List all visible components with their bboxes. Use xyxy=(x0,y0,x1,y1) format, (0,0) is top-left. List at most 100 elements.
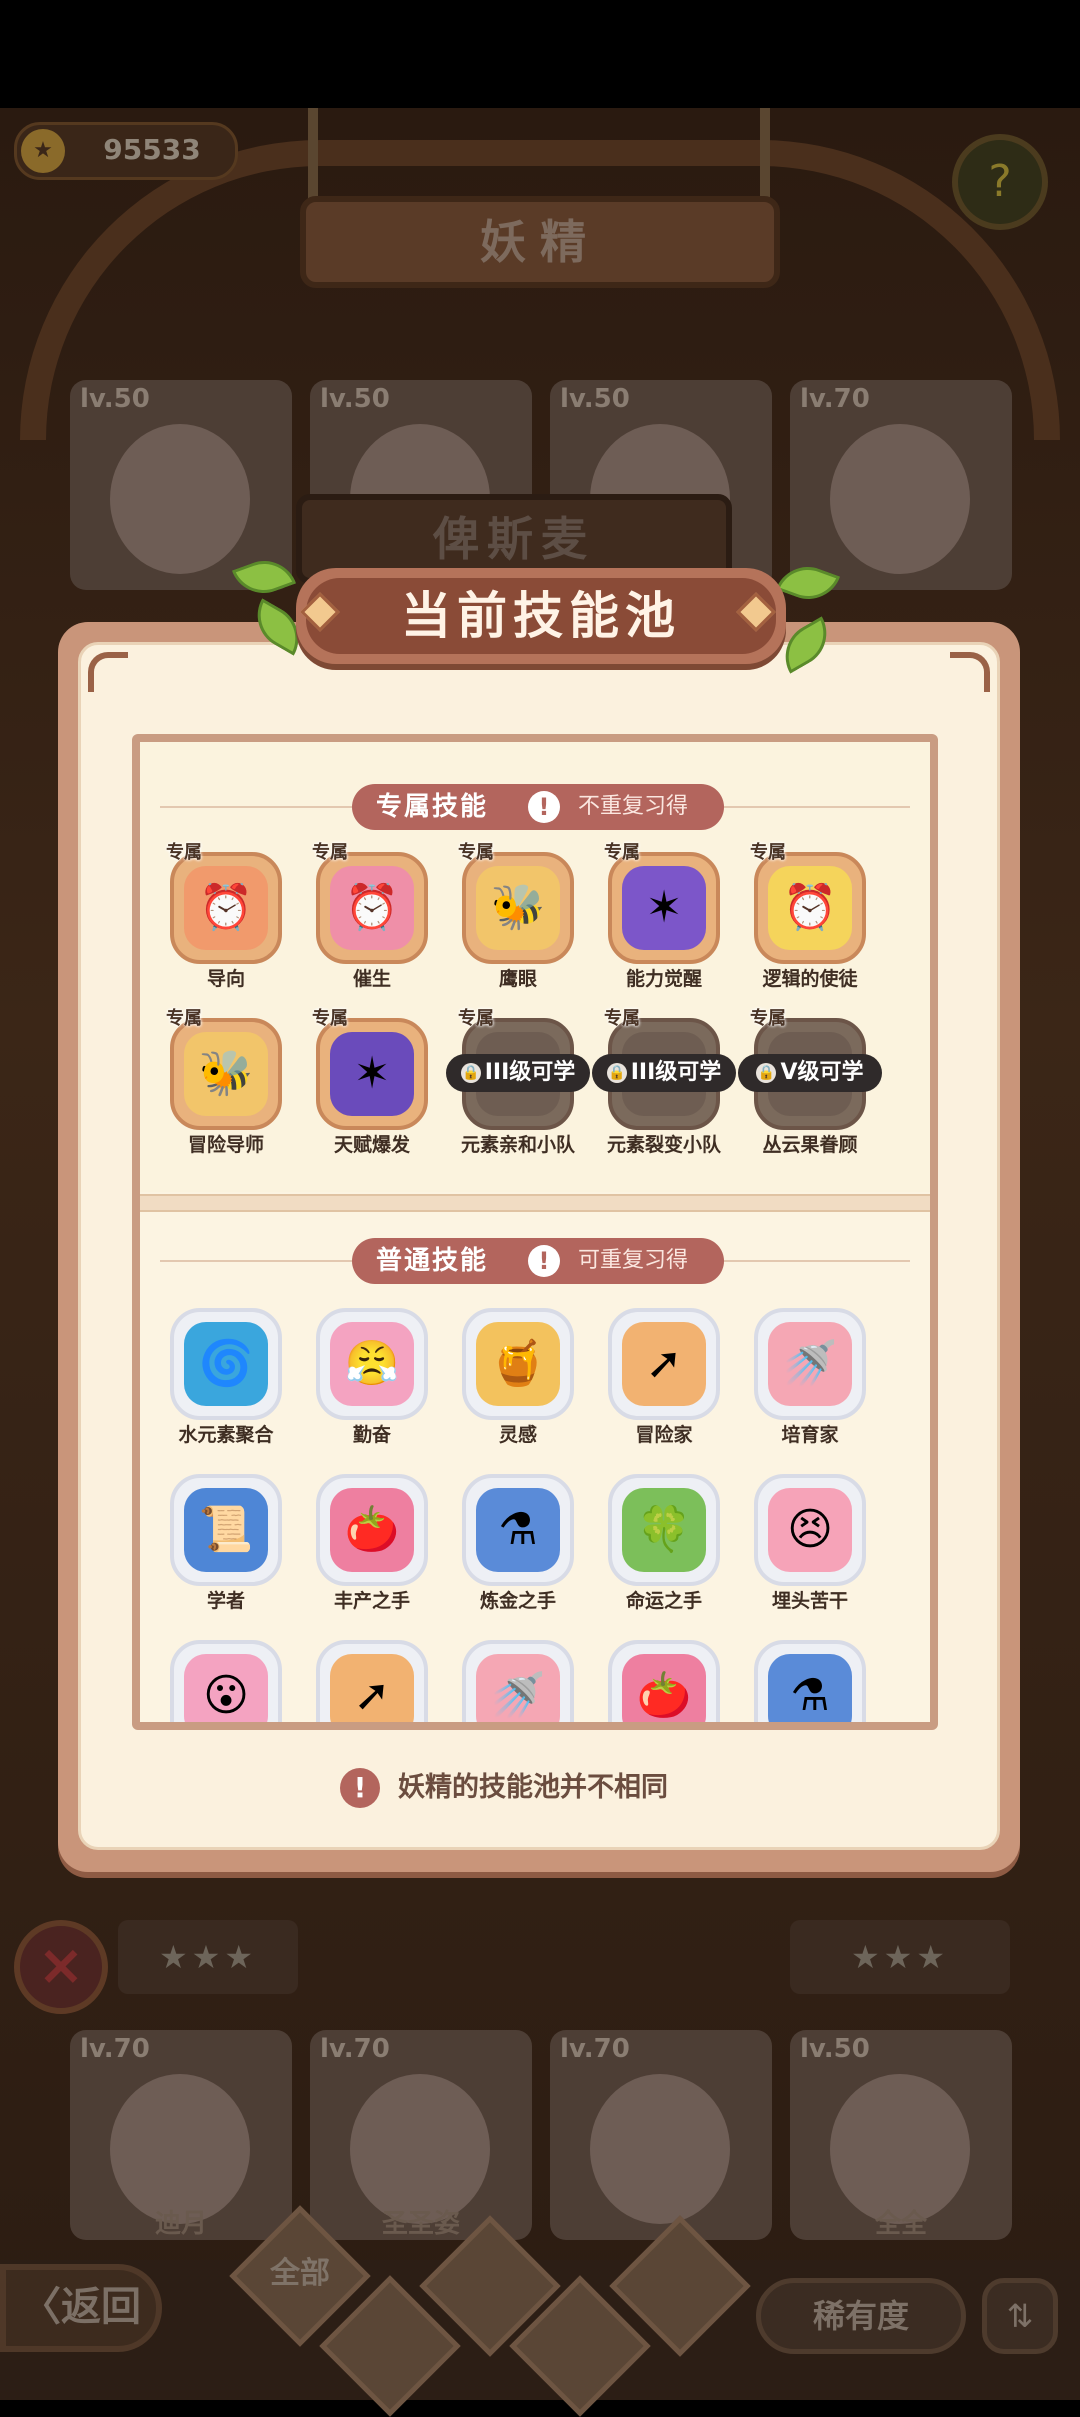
card-level: lv.70 xyxy=(560,2034,630,2064)
skill-item[interactable]: 😮 xyxy=(164,1626,288,1722)
card-level: lv.50 xyxy=(80,384,150,414)
skill-item[interactable]: 🌀 水元素聚合 xyxy=(164,1294,288,1446)
cauldron-icon: ⚗ xyxy=(768,1654,852,1722)
unlock-requirement-label: III级可学 xyxy=(630,1060,722,1085)
skill-name: 能力觉醒 xyxy=(625,968,702,990)
skill-name: 勤奋 xyxy=(352,1424,391,1446)
exclusive-badge: 专属 xyxy=(458,842,494,863)
help-button[interactable]: ? xyxy=(952,134,1048,230)
skill-item[interactable]: 专属 🔒 III级可学 元素裂变小队 xyxy=(592,1004,736,1156)
close-icon[interactable]: × xyxy=(14,1920,108,2014)
tomato-icon: 🍅 xyxy=(330,1488,414,1572)
dancer-icon: ✶ xyxy=(330,1032,414,1116)
skill-item[interactable]: 🐝 专属 鹰眼 xyxy=(456,838,580,990)
skill-item[interactable]: 专属 🔒 III级可学 元素亲和小队 xyxy=(446,1004,590,1156)
skill-frame: 📜 xyxy=(170,1474,282,1586)
section-divider xyxy=(140,1194,930,1212)
skill-name: 灵感 xyxy=(498,1424,537,1446)
unlock-requirement: 🔒 III级可学 xyxy=(446,1054,590,1092)
angry-face-icon: 😣 xyxy=(768,1488,852,1572)
skill-item[interactable]: 专属 🔒 V级可学 丛云果眷顾 xyxy=(738,1004,882,1156)
alarm-clock-icon: ⏰ xyxy=(184,866,268,950)
skill-item[interactable]: ⏰ 专属 导向 xyxy=(164,838,288,990)
fairy-card[interactable]: lv.70 xyxy=(550,2030,772,2240)
alarm-clock-icon: ⏰ xyxy=(768,866,852,950)
bee-icon: 🐝 xyxy=(476,866,560,950)
skill-frame: ⏰ xyxy=(170,852,282,964)
skill-frame: ⚗ xyxy=(462,1474,574,1586)
skill-item[interactable]: ⏰ 专属 催生 xyxy=(310,838,434,990)
exclusive-skills-tag: 专属技能 ! 不重复习得 xyxy=(352,784,724,830)
card-level: lv.50 xyxy=(800,2034,870,2064)
skill-item[interactable]: 🍀 命运之手 xyxy=(602,1460,726,1612)
skill-frame: 🐝 xyxy=(462,852,574,964)
watering-can-icon: 🚿 xyxy=(476,1654,560,1722)
dialog-title: 当前技能池 xyxy=(401,587,681,645)
skill-item[interactable]: 🚿 培育家 xyxy=(748,1294,872,1446)
skill-item[interactable]: 😤 勤奋 xyxy=(310,1294,434,1446)
skill-item[interactable]: ⚗ 炼金之手 xyxy=(456,1460,580,1612)
exclusive-badge: 专属 xyxy=(604,842,640,863)
skill-item[interactable]: ➚ xyxy=(310,1626,434,1722)
skill-list-panel[interactable]: 专属技能 ! 不重复习得 普通技能 ! 可重复习得 ⏰ 专属 导向 ⏰ 专属 催生 🐝 专属鹰… xyxy=(132,734,938,1730)
skill-item[interactable]: ➚ 冒险家 xyxy=(602,1294,726,1446)
skill-frame: 🍅 xyxy=(608,1640,720,1722)
skill-frame: 🍯 xyxy=(462,1308,574,1420)
skill-item[interactable]: ⏰ 专属 逻辑的使徒 xyxy=(748,838,872,990)
fairy-card[interactable]: lv.50 xyxy=(70,380,292,590)
skill-frame: 🚿 xyxy=(754,1308,866,1420)
fairy-card[interactable]: lv.50 全全 xyxy=(790,2030,1012,2240)
skill-list-scroll[interactable]: 专属技能 ! 不重复习得 普通技能 ! 可重复习得 ⏰ 专属 导向 ⏰ 专属 催生 🐝 专属鹰… xyxy=(140,742,930,1722)
exclusive-skills-note: 不重复习得 xyxy=(578,794,689,819)
exclusive-skills-label: 专属技能 xyxy=(376,792,489,822)
exclusive-badge: 专属 xyxy=(312,1008,348,1029)
card-level: lv.70 xyxy=(80,2034,150,2064)
skill-name: 丛云果眷顾 xyxy=(762,1134,858,1156)
skill-item[interactable]: ✶ 专属天赋爆发 xyxy=(310,1004,434,1156)
status-bar xyxy=(0,0,1080,108)
skill-frame: 🌀 xyxy=(170,1308,282,1420)
skill-name: 天赋爆发 xyxy=(333,1134,410,1156)
skill-name: 埋头苦干 xyxy=(771,1590,848,1612)
skill-name: 催生 xyxy=(352,968,391,990)
skill-item[interactable]: ✶ 专属 能力觉醒 xyxy=(602,838,726,990)
cauldron-icon: ⚗ xyxy=(476,1488,560,1572)
skill-item[interactable]: 😣 埋头苦干 xyxy=(748,1460,872,1612)
skill-item[interactable]: 🍅 xyxy=(602,1626,726,1722)
card-stars: ★★★ xyxy=(118,1920,298,1994)
skill-name: 培育家 xyxy=(781,1424,839,1446)
skill-item[interactable]: 📜 学者 xyxy=(164,1460,288,1612)
lock-icon: 🔒 xyxy=(606,1063,627,1083)
coin-value: 95533 xyxy=(103,133,201,166)
skill-frame: 😤 xyxy=(316,1308,428,1420)
sort-order-icon[interactable]: ⇅ xyxy=(982,2278,1058,2354)
water-swirl-icon: 🌀 xyxy=(184,1322,268,1406)
skill-name: 学者 xyxy=(206,1590,245,1612)
rarity-sort-button[interactable]: 稀有度 xyxy=(756,2278,966,2354)
fairy-card[interactable]: lv.70 迪月 xyxy=(70,2030,292,2240)
corner-ornament xyxy=(88,652,128,692)
back-button[interactable]: 〈返回 xyxy=(0,2264,162,2352)
fairy-portrait xyxy=(830,424,970,574)
skill-frame: 🍅 xyxy=(316,1474,428,1586)
fairy-card[interactable]: lv.70 圣圣姿 xyxy=(310,2030,532,2240)
skill-item[interactable]: 🚿 xyxy=(456,1626,580,1722)
corner-ornament xyxy=(950,652,990,692)
skill-item[interactable]: ⚗ xyxy=(748,1626,872,1722)
skill-item[interactable]: 🍯 灵感 xyxy=(456,1294,580,1446)
angry-face-icon: 😤 xyxy=(330,1322,414,1406)
warning-icon: ! xyxy=(528,1245,560,1277)
skill-frame: ➚ xyxy=(608,1308,720,1420)
fairy-portrait xyxy=(590,2074,730,2224)
filter-tab-all-label: 全部 xyxy=(270,2256,330,2291)
skill-item[interactable]: 🐝 专属 冒险导师 xyxy=(164,1004,288,1156)
skill-frame: 😮 xyxy=(170,1640,282,1722)
unlock-requirement-label: III级可学 xyxy=(484,1060,576,1085)
skill-frame: ➚ xyxy=(316,1640,428,1722)
screen-title: 妖精 xyxy=(480,215,600,269)
skill-name: 逻辑的使徒 xyxy=(762,968,858,990)
exclusive-badge: 专属 xyxy=(166,1008,202,1029)
fairy-card[interactable]: lv.70 xyxy=(790,380,1012,590)
skill-item[interactable]: 🍅 丰产之手 xyxy=(310,1460,434,1612)
skill-name: 冒险导师 xyxy=(187,1134,264,1156)
